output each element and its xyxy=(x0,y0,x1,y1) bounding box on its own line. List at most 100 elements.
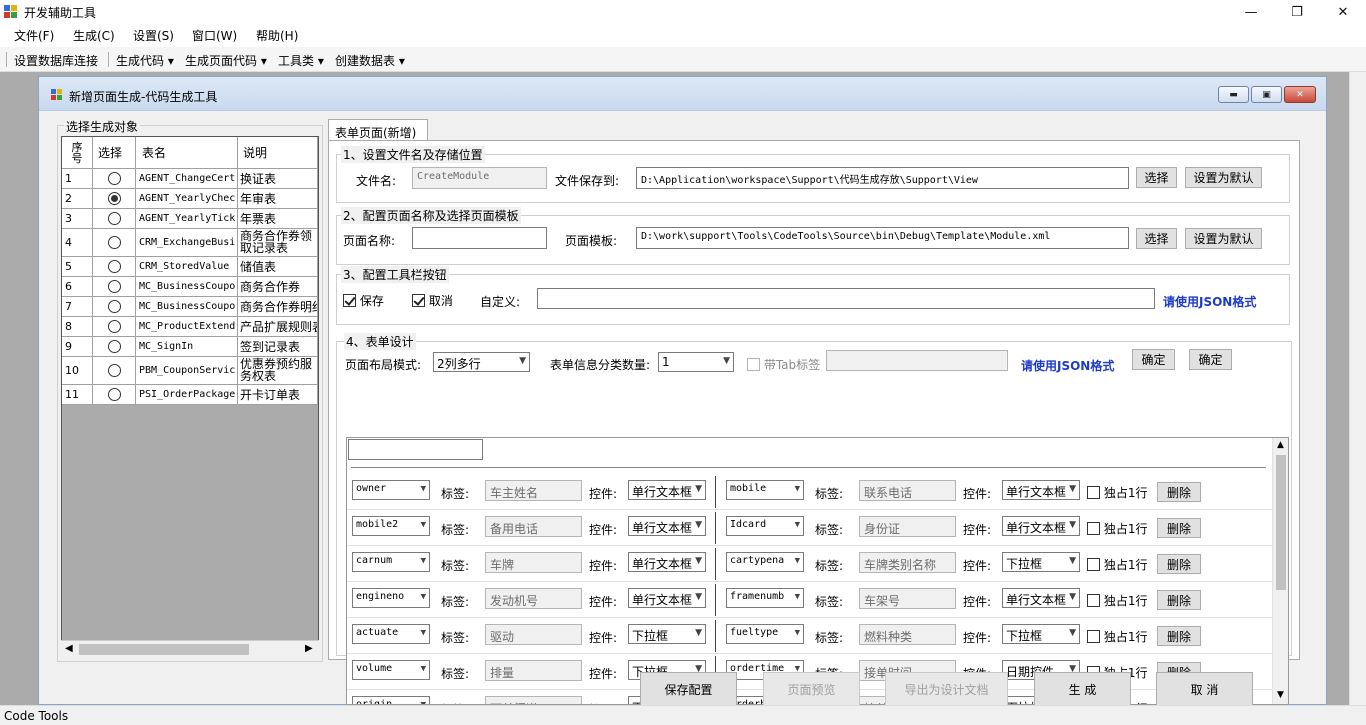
row-select-cell[interactable] xyxy=(93,209,136,228)
row-radio[interactable] xyxy=(107,364,121,377)
toolbar-generate-page[interactable]: 生成页面代码 ▾ xyxy=(185,52,267,69)
field-control-combo[interactable]: 下拉框▼ xyxy=(1002,552,1080,572)
single-line-checkbox[interactable] xyxy=(1087,594,1100,607)
scroll-right-icon[interactable]: ▶ xyxy=(305,643,313,654)
single-line-checkbox[interactable] xyxy=(1087,522,1100,535)
template-default-button[interactable]: 设置为默认 xyxy=(1185,228,1262,249)
field-label-input[interactable]: 驱动 xyxy=(485,624,582,645)
field-name-combo[interactable]: carnum ▼ xyxy=(352,552,430,572)
layout-combo[interactable]: 2列多行 ▼ xyxy=(433,352,530,372)
delete-button[interactable]: 删除 xyxy=(1157,518,1201,538)
single-line-toggle[interactable]: 独占1行 xyxy=(1087,484,1147,501)
row-select-cell[interactable] xyxy=(93,189,136,208)
field-control-combo[interactable]: 单行文本框 ▼ xyxy=(1002,588,1080,608)
scroll-left-icon[interactable]: ◀ xyxy=(65,643,73,654)
field-control-combo[interactable]: 下拉框▼ xyxy=(628,624,706,644)
delete-button[interactable]: 删除 xyxy=(1157,554,1201,574)
object-grid[interactable]: 序号 选择 表名 说明 1 AGENT_ChangeCert 换证表 2 AGENT_Y… xyxy=(61,136,319,658)
cancel-checkbox[interactable] xyxy=(412,294,425,307)
table-row[interactable]: 9 MC_SignIn 签到记录表 xyxy=(62,337,318,357)
field-control-combo[interactable]: 单行文本框 ▼ xyxy=(628,480,706,500)
table-row[interactable]: 8 MC_ProductExtend 产品扩展规则表 xyxy=(62,317,318,337)
table-row[interactable]: 2 AGENT_YearlyChec 年审表 xyxy=(62,189,318,209)
row-select-cell[interactable] xyxy=(93,257,136,276)
export-doc-button[interactable]: 导出为设计文档 xyxy=(885,672,1008,707)
menu-settings[interactable]: 设置(S) xyxy=(133,27,174,44)
confirm-button-1[interactable]: 确定 xyxy=(1132,349,1175,370)
toolbar-generate-code[interactable]: 生成代码 ▾ xyxy=(116,52,174,69)
cancel-toggle[interactable]: 取消 xyxy=(412,292,453,309)
template-path-input[interactable]: D:\work\support\Tools\CodeTools\Source\b… xyxy=(636,227,1129,249)
field-name-combo[interactable]: actuate ▼ xyxy=(352,624,430,644)
table-row[interactable]: 3 AGENT_YearlyTick 年票表 xyxy=(62,209,318,229)
row-radio[interactable] xyxy=(107,320,121,333)
save-config-button[interactable]: 保存配置 xyxy=(640,672,737,707)
field-name-combo[interactable]: engineno ▼ xyxy=(352,588,430,608)
scroll-thumb[interactable] xyxy=(1276,455,1286,590)
delete-button[interactable]: 删除 xyxy=(1157,590,1201,610)
field-control-combo[interactable]: 下拉框▼ xyxy=(1002,624,1080,644)
field-filter-input[interactable] xyxy=(348,439,483,460)
field-label-input[interactable]: 排量 xyxy=(485,660,582,681)
menu-help[interactable]: 帮助(H) xyxy=(256,27,298,44)
row-radio[interactable] xyxy=(107,192,121,205)
field-name-combo[interactable]: mobile ▼ xyxy=(726,480,804,500)
table-row[interactable]: 4 CRM_ExchangeBusi 商务合作券领取记录表 xyxy=(62,229,318,257)
row-radio[interactable] xyxy=(107,236,121,249)
child-minimize-button[interactable]: ▬ xyxy=(1218,86,1249,103)
single-line-toggle[interactable]: 独占1行 xyxy=(1087,592,1147,609)
tab-label-checkbox[interactable] xyxy=(747,358,760,371)
row-radio[interactable] xyxy=(107,388,121,401)
single-line-toggle[interactable]: 独占1行 xyxy=(1087,628,1147,645)
save-checkbox[interactable] xyxy=(343,294,356,307)
field-label-input[interactable]: 车架号 xyxy=(859,588,956,609)
row-radio[interactable] xyxy=(107,340,121,353)
field-control-combo[interactable]: 单行文本框 ▼ xyxy=(1002,516,1080,536)
tab-form-new[interactable]: 表单页面(新增) xyxy=(328,119,428,141)
child-maximize-button[interactable]: ▣ xyxy=(1251,86,1282,103)
single-line-toggle[interactable]: 独占1行 xyxy=(1087,556,1147,573)
menu-file[interactable]: 文件(F) xyxy=(14,27,54,44)
delete-button[interactable]: 删除 xyxy=(1157,482,1201,502)
field-control-combo[interactable]: 单行文本框 ▼ xyxy=(628,552,706,572)
field-label-input[interactable]: 车主姓名 xyxy=(485,480,582,501)
save-toggle[interactable]: 保存 xyxy=(343,292,384,309)
row-select-cell[interactable] xyxy=(93,357,136,384)
field-name-combo[interactable]: volume ▼ xyxy=(352,660,430,680)
generate-button[interactable]: 生 成 xyxy=(1034,672,1131,707)
tab-label-input[interactable] xyxy=(826,350,1008,371)
table-row[interactable]: 7 MC_BusinessCoupo 商务合作券明细 xyxy=(62,297,318,317)
delete-button[interactable]: 删除 xyxy=(1157,626,1201,646)
preview-button[interactable]: 页面预览 xyxy=(763,672,860,707)
field-control-combo[interactable]: 单行文本框 ▼ xyxy=(1002,480,1080,500)
scroll-down-icon[interactable]: ▼ xyxy=(1277,690,1284,700)
row-select-cell[interactable] xyxy=(93,277,136,296)
page-name-input[interactable] xyxy=(412,227,547,249)
scroll-up-icon[interactable]: ▲ xyxy=(1277,440,1284,450)
row-radio[interactable] xyxy=(107,172,121,185)
field-label-input[interactable]: 车牌 xyxy=(485,552,582,573)
table-row[interactable]: 5 CRM_StoredValue 储值表 xyxy=(62,257,318,277)
mdi-vertical-scrollbar[interactable] xyxy=(1349,72,1366,705)
single-line-toggle[interactable]: 独占1行 xyxy=(1087,520,1147,537)
save-path-input[interactable]: D:\Application\workspace\Support\代码生成存放\… xyxy=(636,167,1129,189)
field-control-combo[interactable]: 单行文本框 ▼ xyxy=(628,516,706,536)
row-select-cell[interactable] xyxy=(93,297,136,316)
field-name-combo[interactable]: fueltype ▼ xyxy=(726,624,804,644)
single-line-checkbox[interactable] xyxy=(1087,630,1100,643)
field-name-combo[interactable]: Idcard ▼ xyxy=(726,516,804,536)
field-label-input[interactable]: 身份证 xyxy=(859,516,956,537)
field-control-combo[interactable]: 单行文本框 ▼ xyxy=(628,588,706,608)
toolbar-create-table[interactable]: 创建数据表 ▾ xyxy=(335,52,405,69)
minimize-button[interactable]: — xyxy=(1228,0,1274,24)
row-radio[interactable] xyxy=(107,212,121,225)
cancel-button[interactable]: 取 消 xyxy=(1156,672,1253,707)
row-select-cell[interactable] xyxy=(93,317,136,336)
count-combo[interactable]: 1 ▼ xyxy=(658,352,734,372)
save-path-choose-button[interactable]: 选择 xyxy=(1136,167,1177,188)
tab-label-toggle[interactable]: 带Tab标签 xyxy=(747,356,820,373)
field-panel-scrollbar[interactable]: ▲ ▼ xyxy=(1272,438,1288,704)
field-name-combo[interactable]: mobile2 ▼ xyxy=(352,516,430,536)
menu-window[interactable]: 窗口(W) xyxy=(192,27,237,44)
table-row[interactable]: 10 PBM_CouponServic 优惠券预约服务权表 xyxy=(62,357,318,385)
